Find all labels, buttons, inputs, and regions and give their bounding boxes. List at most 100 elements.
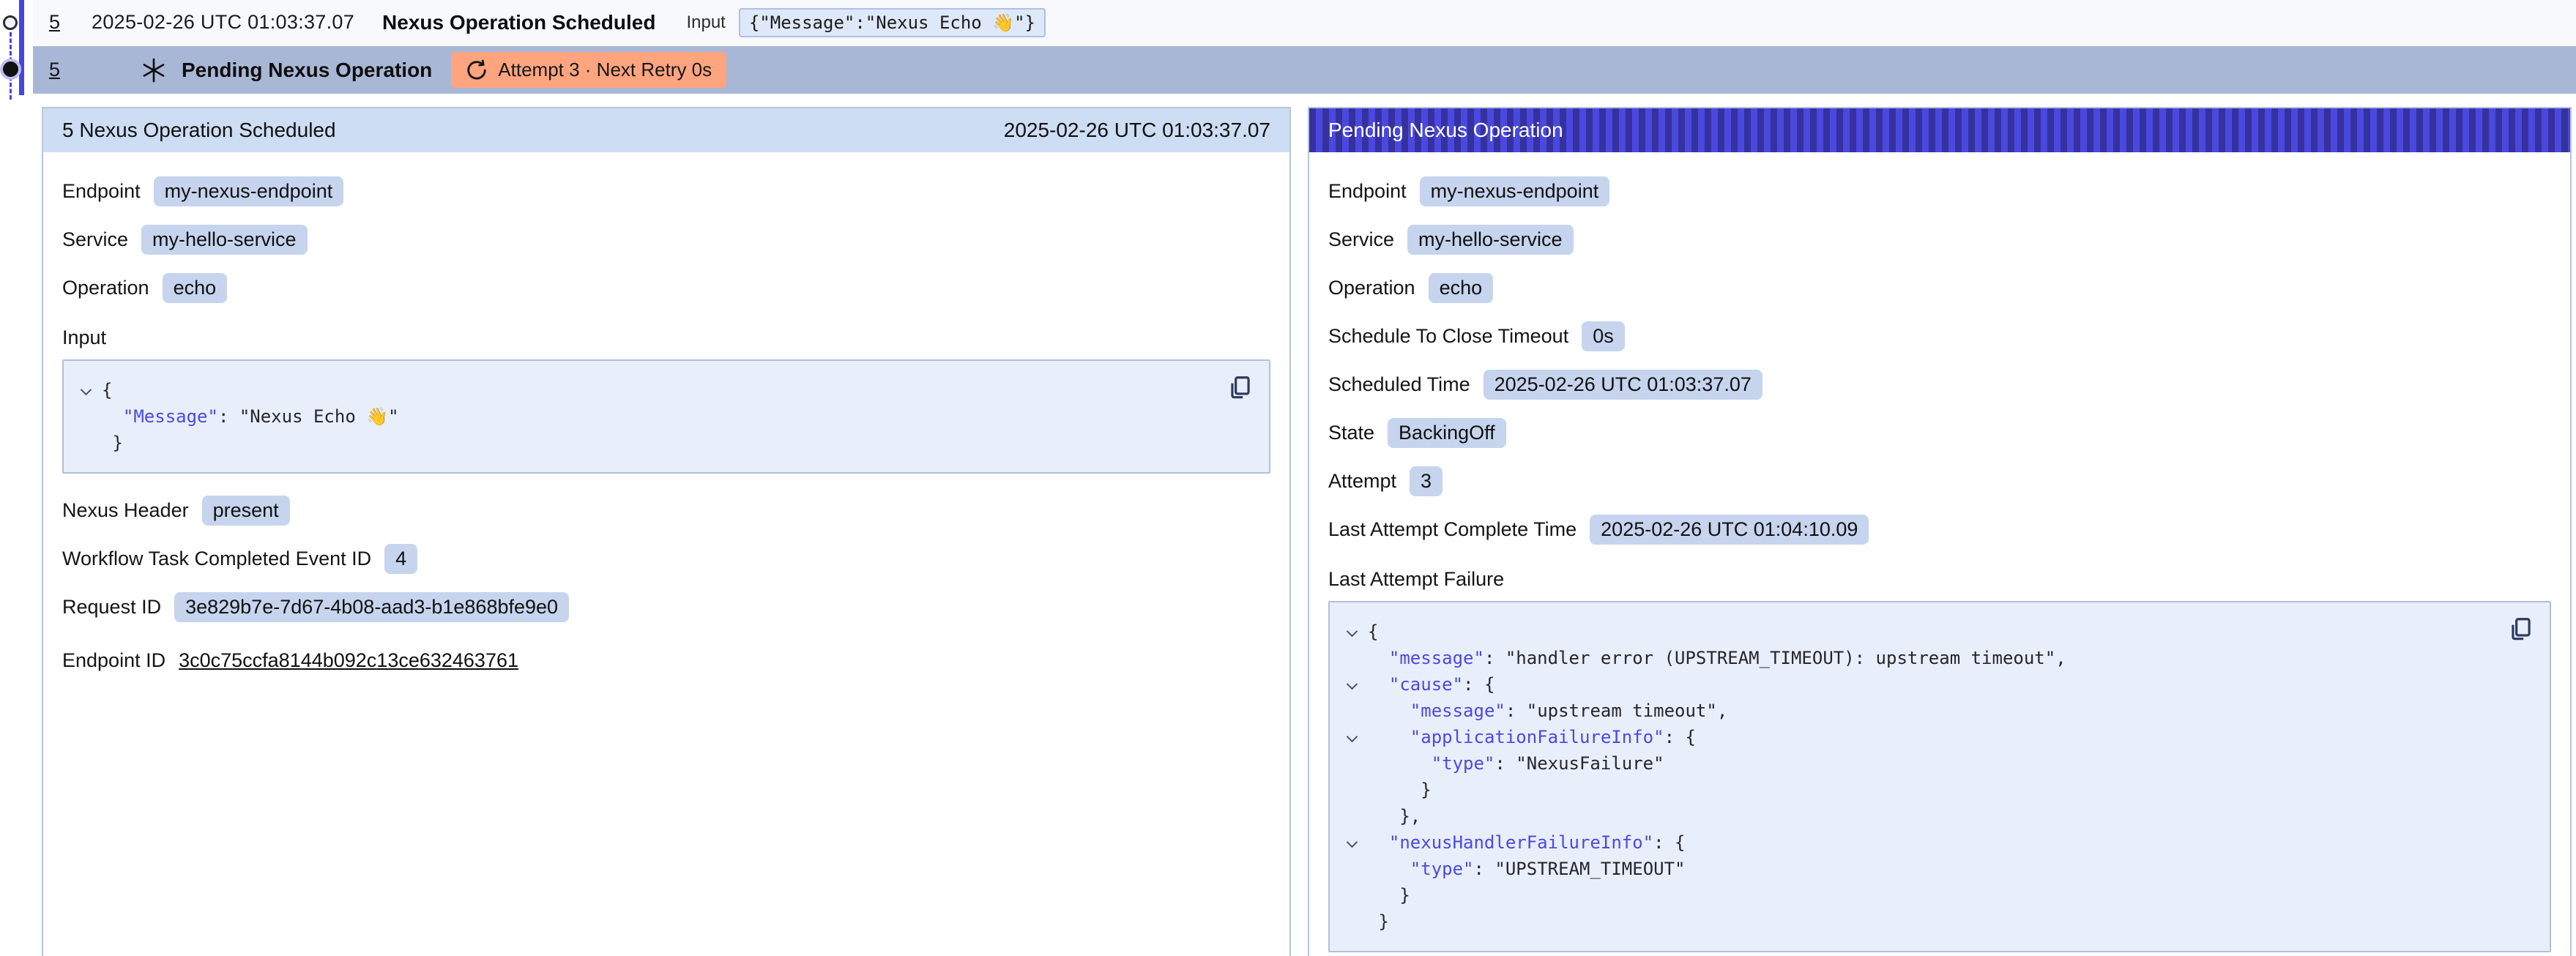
collapse-chevron-icon[interactable] — [70, 377, 102, 403]
field-schedule-to-close-timeout: Schedule To Close Timeout 0s — [1328, 321, 2551, 351]
json-line-text: { — [102, 377, 112, 403]
field-endpoint: Endpoint my-nexus-endpoint — [1328, 176, 2551, 206]
field-label: Endpoint — [1328, 180, 1407, 203]
field-last-attempt-complete-time: Last Attempt Complete Time 2025-02-26 UT… — [1328, 515, 2551, 545]
field-label: Nexus Header — [62, 499, 189, 522]
field-value-badge: 0s — [1582, 321, 1625, 351]
collapse-chevron-icon[interactable] — [1336, 829, 1368, 856]
retry-icon — [466, 59, 488, 81]
gutter-spacer — [1336, 777, 1368, 803]
input-section-label: Input — [62, 326, 1270, 349]
field-label: Scheduled Time — [1328, 373, 1470, 396]
json-line-text: "applicationFailureInfo": { — [1368, 724, 1696, 750]
panel-nexus-operation-scheduled: 5 Nexus Operation Scheduled 2025-02-26 U… — [42, 107, 1291, 956]
copy-icon[interactable] — [1226, 374, 1254, 402]
field-value-badge: BackingOff — [1388, 418, 1506, 448]
field-endpoint-id: Endpoint ID 3c0c75ccfa8144b092c13ce63246… — [62, 646, 1270, 675]
event-row-nexus-operation-scheduled[interactable]: 5 2025-02-26 UTC 01:03:37.07 Nexus Opera… — [33, 0, 2576, 45]
gutter-spacer — [70, 403, 102, 430]
active-event-group-bar — [19, 0, 24, 95]
json-value: } — [112, 433, 122, 453]
field-endpoint: Endpoint my-nexus-endpoint — [62, 176, 1270, 206]
json-value: { — [1368, 621, 1378, 642]
field-label: Last Attempt Complete Time — [1328, 518, 1577, 541]
json-value: : { — [1463, 674, 1494, 695]
timeline-gutter — [0, 0, 33, 100]
json-line: "message": "handler error (UPSTREAM_TIME… — [1336, 645, 2498, 671]
event-input-chip: {"Message":"Nexus Echo 👋"} — [739, 8, 1046, 37]
panel-title: 5 Nexus Operation Scheduled — [62, 119, 336, 142]
field-value-badge: my-nexus-endpoint — [1420, 176, 1610, 206]
json-line: { — [70, 377, 1218, 403]
json-key: "Message" — [123, 406, 218, 427]
event-input-label: Input — [686, 12, 725, 33]
field-label: Service — [1328, 228, 1394, 251]
gutter-spacer — [1336, 856, 1368, 882]
json-line-text: "nexusHandlerFailureInfo": { — [1368, 829, 1685, 856]
panel-body: Endpoint my-nexus-endpoint Service my-he… — [43, 152, 1289, 697]
event-title: Pending Nexus Operation — [182, 59, 432, 82]
collapse-chevron-icon[interactable] — [1336, 619, 1368, 645]
json-key: "type" — [1432, 753, 1495, 774]
field-value-badge: my-hello-service — [1407, 225, 1574, 255]
copy-icon[interactable] — [2507, 616, 2535, 643]
field-value-badge: my-hello-service — [141, 225, 308, 255]
json-line: } — [1336, 908, 2498, 935]
field-label: Operation — [62, 277, 149, 299]
field-service: Service my-hello-service — [1328, 225, 2551, 255]
timeline-node-open-icon[interactable] — [3, 15, 18, 30]
retry-badge-label: Attempt 3 · Next Retry 0s — [498, 59, 712, 81]
retry-attempt-badge[interactable]: Attempt 3 · Next Retry 0s — [451, 52, 726, 88]
field-label: Endpoint — [62, 180, 141, 203]
event-rows: 5 2025-02-26 UTC 01:03:37.07 Nexus Opera… — [33, 0, 2576, 94]
json-line: "type": "NexusFailure" — [1336, 750, 2498, 777]
json-line-text: "cause": { — [1368, 671, 1494, 698]
gutter-spacer — [1336, 908, 1368, 935]
json-value: : "upstream timeout", — [1505, 701, 1727, 721]
field-value-badge: 2025-02-26 UTC 01:04:10.09 — [1590, 515, 1869, 545]
field-operation: Operation echo — [1328, 273, 2551, 303]
input-json-block: { "Message": "Nexus Echo 👋"} — [62, 359, 1270, 474]
pending-asterisk-icon — [141, 57, 167, 83]
json-line-text: "message": "handler error (UPSTREAM_TIME… — [1368, 645, 2066, 671]
panel-title: Pending Nexus Operation — [1328, 119, 1563, 142]
collapse-chevron-icon[interactable] — [1336, 671, 1368, 698]
json-key: "message" — [1389, 648, 1484, 668]
json-value: : "UPSTREAM_TIMEOUT" — [1474, 859, 1686, 879]
json-value: { — [102, 380, 112, 400]
json-key: "message" — [1410, 701, 1505, 721]
collapse-chevron-icon[interactable] — [1336, 724, 1368, 750]
json-line: "cause": { — [1336, 671, 2498, 698]
panel-header-pending: Pending Nexus Operation — [1309, 108, 2570, 152]
event-title: Nexus Operation Scheduled — [382, 11, 655, 34]
json-key: "nexusHandlerFailureInfo" — [1389, 832, 1653, 853]
gutter-spacer — [1336, 750, 1368, 777]
json-line: "type": "UPSTREAM_TIMEOUT" — [1336, 856, 2498, 882]
gutter-spacer — [1336, 698, 1368, 724]
json-line-text: } — [102, 430, 123, 456]
field-nexus-header: Nexus Header present — [62, 496, 1270, 526]
event-id-link[interactable]: 5 — [49, 59, 78, 81]
field-service: Service my-hello-service — [62, 225, 1270, 255]
field-value-badge: 4 — [384, 544, 417, 574]
field-operation: Operation echo — [62, 273, 1270, 303]
endpoint-id-link[interactable]: 3c0c75ccfa8144b092c13ce632463761 — [179, 649, 518, 672]
json-line: } — [70, 430, 1218, 456]
field-value-badge: 3 — [1410, 466, 1443, 496]
event-row-pending-nexus-operation[interactable]: 5 Pending Nexus Operation Attempt 3 · Ne… — [33, 45, 2576, 94]
json-line-text: "type": "UPSTREAM_TIMEOUT" — [1368, 856, 1685, 882]
json-key: "cause" — [1389, 674, 1463, 695]
event-id-link[interactable]: 5 — [49, 11, 78, 34]
panel-pending-nexus-operation: Pending Nexus Operation Endpoint my-nexu… — [1308, 107, 2572, 956]
temporal-event-history-view: 5 2025-02-26 UTC 01:03:37.07 Nexus Opera… — [0, 0, 2576, 956]
json-value: }, — [1399, 806, 1421, 826]
json-value: : { — [1664, 727, 1696, 747]
gutter-spacer — [1336, 645, 1368, 671]
field-label: Endpoint ID — [62, 649, 165, 672]
json-value: : "Nexus Echo 👋" — [218, 406, 399, 427]
timeline-node-selected-icon[interactable] — [3, 61, 18, 77]
event-timestamp: 2025-02-26 UTC 01:03:37.07 — [92, 11, 354, 34]
json-value: } — [1399, 885, 1410, 905]
last-attempt-failure-json-block: { "message": "handler error (UPSTREAM_TIM… — [1328, 601, 2551, 952]
field-value-badge: echo — [163, 273, 228, 303]
